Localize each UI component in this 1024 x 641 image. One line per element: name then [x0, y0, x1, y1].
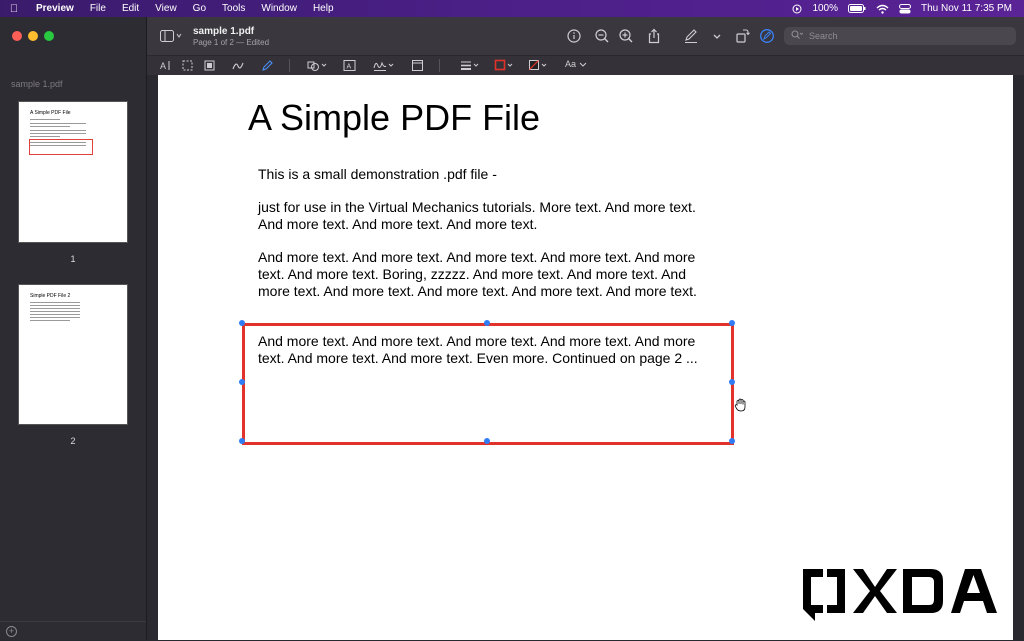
- thumbnail-text-line: [30, 126, 70, 127]
- menu-tools[interactable]: Tools: [214, 3, 253, 14]
- resize-handle-top-right[interactable]: [729, 320, 735, 326]
- chevron-down-icon[interactable]: [709, 28, 725, 44]
- rectangular-selection-icon[interactable]: [181, 59, 195, 72]
- resize-handle-bottom[interactable]: [484, 438, 490, 444]
- resize-handle-left[interactable]: [239, 379, 245, 385]
- thumbnail-text-line: [30, 308, 80, 309]
- thumbnail-selection-rect: [29, 139, 93, 155]
- border-color-icon[interactable]: [494, 59, 516, 72]
- thumbnail-text-line: [30, 123, 86, 124]
- text-box-icon[interactable]: A: [343, 59, 357, 72]
- menu-help[interactable]: Help: [305, 3, 342, 14]
- battery-icon[interactable]: [848, 4, 866, 13]
- sidebar-toggle-icon[interactable]: [160, 29, 182, 47]
- minimize-window-button[interactable]: [28, 31, 38, 41]
- rotate-icon[interactable]: [734, 28, 750, 44]
- instant-alpha-icon[interactable]: [203, 59, 217, 72]
- document-subtitle: Page 1 of 2 — Edited: [193, 38, 270, 47]
- text-selection-icon[interactable]: A: [159, 59, 173, 72]
- thumbnail-title: A Simple PDF File: [30, 110, 71, 116]
- pdf-paragraph: This is a small demonstration .pdf file …: [258, 166, 497, 182]
- fill-color-icon[interactable]: [528, 59, 550, 72]
- document-view[interactable]: A Simple PDF File This is a small demons…: [147, 75, 1024, 640]
- resize-handle-right[interactable]: [729, 379, 735, 385]
- menubar-clock[interactable]: Thu Nov 11 7:35 PM: [921, 3, 1012, 14]
- hand-cursor-icon: [734, 398, 748, 417]
- text-style-label: Aa: [565, 59, 577, 69]
- share-icon[interactable]: [646, 28, 662, 44]
- add-icon[interactable]: +: [6, 626, 17, 637]
- wifi-icon[interactable]: [876, 4, 889, 14]
- apple-menu-icon[interactable]: : [0, 3, 28, 15]
- thumbnail-text-line: [30, 130, 86, 131]
- search-input[interactable]: [807, 30, 1001, 42]
- pdf-paragraph: just for use in the Virtual Mechanics tu…: [258, 199, 696, 232]
- thumbnail-text-line: [30, 133, 86, 134]
- sketch-icon[interactable]: [231, 59, 245, 72]
- search-field[interactable]: [784, 27, 1016, 45]
- signature-icon[interactable]: [373, 59, 397, 72]
- info-icon[interactable]: [566, 28, 582, 44]
- menu-go[interactable]: Go: [185, 3, 214, 14]
- resize-handle-bottom-left[interactable]: [239, 438, 245, 444]
- menu-bar:  Preview File Edit View Go Tools Window…: [0, 0, 1024, 17]
- thumbnail-sidebar: sample 1.pdf A Simple PDF File 1 Simple …: [0, 17, 147, 640]
- rectangle-annotation[interactable]: [242, 323, 734, 445]
- zoom-in-icon[interactable]: [618, 28, 634, 44]
- resize-handle-bottom-right[interactable]: [729, 438, 735, 444]
- thumbnail-text-line: [30, 305, 80, 306]
- fullscreen-window-button[interactable]: [44, 31, 54, 41]
- thumbnail-text-line: [30, 119, 60, 120]
- resize-handle-top-left[interactable]: [239, 320, 245, 326]
- draw-icon[interactable]: [261, 59, 275, 72]
- shape-style-icon[interactable]: [460, 59, 482, 72]
- sidebar-document-name: sample 1.pdf: [11, 79, 63, 89]
- thumbnail-title: Simple PDF File 2: [30, 293, 71, 299]
- sidebar-footer: +: [0, 621, 146, 641]
- control-center-icon[interactable]: [899, 3, 912, 14]
- page-thumbnail-1[interactable]: A Simple PDF File: [19, 102, 127, 242]
- thumbnail-text-line: [30, 314, 80, 315]
- zoom-out-icon[interactable]: [594, 28, 610, 44]
- svg-text:A: A: [347, 64, 352, 71]
- thumbnail-text-line: [30, 311, 80, 312]
- page-thumbnail-2[interactable]: Simple PDF File 2: [19, 285, 127, 424]
- close-window-button[interactable]: [12, 31, 22, 41]
- thumbnail-text-line: [30, 317, 80, 318]
- menu-view[interactable]: View: [147, 3, 185, 14]
- pdf-paragraph: And more text. And more text. And more t…: [258, 249, 697, 299]
- menu-file[interactable]: File: [82, 3, 114, 14]
- window-toolbar: sample 1.pdf Page 1 of 2 — Edited: [147, 17, 1024, 55]
- xda-logo: [801, 565, 1001, 630]
- toolbar-divider: [439, 59, 440, 72]
- markup-toolbar: A A Aa: [147, 55, 1024, 76]
- thumbnail-text-line: [30, 320, 70, 321]
- pdf-page[interactable]: A Simple PDF File This is a small demons…: [158, 75, 1013, 640]
- svg-text:A: A: [160, 61, 166, 71]
- document-title: sample 1.pdf: [193, 26, 255, 37]
- pdf-heading: A Simple PDF File: [248, 97, 541, 138]
- markup-toolbar-icon[interactable]: [759, 28, 775, 44]
- note-icon[interactable]: [411, 59, 425, 72]
- battery-percent: 100%: [812, 3, 839, 14]
- shapes-icon[interactable]: [307, 59, 329, 72]
- thumbnail-text-line: [30, 302, 80, 303]
- thumbnail-text-line: [30, 136, 60, 137]
- resize-handle-top[interactable]: [484, 320, 490, 326]
- page-number-2: 2: [70, 436, 76, 446]
- menu-window[interactable]: Window: [253, 3, 305, 14]
- page-number-1: 1: [70, 254, 76, 264]
- screen-record-icon[interactable]: [792, 4, 802, 14]
- toolbar-divider: [289, 59, 290, 72]
- menu-edit[interactable]: Edit: [114, 3, 147, 14]
- menu-app-preview[interactable]: Preview: [28, 3, 82, 14]
- text-style-button[interactable]: Aa: [565, 59, 587, 69]
- search-icon: [791, 27, 804, 45]
- markup-pen-icon[interactable]: [683, 28, 699, 44]
